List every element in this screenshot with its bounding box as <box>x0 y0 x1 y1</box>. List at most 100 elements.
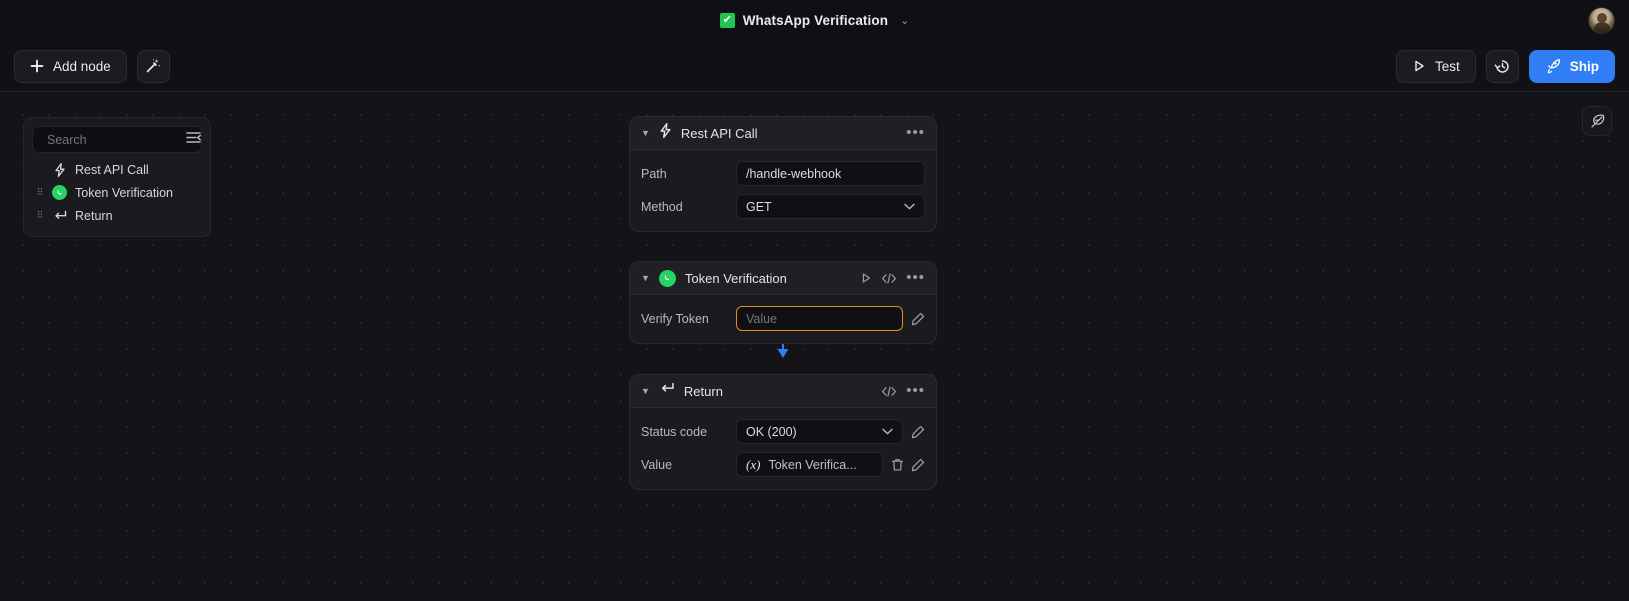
whatsapp-icon <box>659 270 676 287</box>
outline-item-label: Return <box>75 209 113 223</box>
edit-button[interactable] <box>911 312 925 326</box>
workflow-title-group[interactable]: ✔ WhatsApp Verification ⌄ <box>720 13 910 28</box>
field-actions <box>911 425 925 439</box>
search-input[interactable] <box>47 133 208 147</box>
value-variable-chip[interactable]: (x) Token Verifica... <box>736 452 883 477</box>
node-body: Status code OK (200) <box>630 408 936 489</box>
add-node-button[interactable]: Add node <box>14 50 127 83</box>
feather-icon <box>1589 113 1606 130</box>
ship-label: Ship <box>1570 59 1599 74</box>
outline-item-return[interactable]: ⠿ Return <box>32 204 202 227</box>
field-actions <box>911 312 925 326</box>
collapse-panel-button[interactable] <box>186 131 201 149</box>
code-icon <box>881 385 897 398</box>
chevron-down-icon[interactable]: ⌄ <box>900 14 909 27</box>
chevron-down-icon <box>882 428 893 435</box>
view-code-button[interactable] <box>881 272 897 285</box>
toolbar-right: Test Ship <box>1396 50 1615 83</box>
avatar[interactable] <box>1588 7 1615 34</box>
toolbar-left: Add node <box>14 50 170 83</box>
code-icon <box>881 272 897 285</box>
search-row[interactable] <box>32 126 202 153</box>
drag-handle-icon[interactable]: ⠿ <box>35 188 44 197</box>
chevron-down-icon[interactable]: ▼ <box>641 129 650 138</box>
chevron-down-icon[interactable]: ▼ <box>641 387 650 396</box>
return-arrow-icon <box>51 210 68 222</box>
outline-item-rest-api-call[interactable]: Rest API Call <box>32 158 202 181</box>
field-verify-token: Verify Token Value <box>641 306 925 331</box>
rocket-icon <box>1545 58 1561 74</box>
variable-name: Token Verifica... <box>768 458 856 472</box>
variable-chip: (x) Token Verifica... <box>746 457 857 473</box>
field-label: Verify Token <box>641 312 736 326</box>
edit-button[interactable] <box>911 458 925 472</box>
play-icon <box>1412 59 1426 73</box>
check-icon: ✔ <box>720 13 735 28</box>
feather-note-button[interactable] <box>1582 106 1612 136</box>
bolt-icon <box>51 163 68 177</box>
field-label: Path <box>641 167 736 181</box>
field-label: Status code <box>641 425 736 439</box>
magic-wand-button[interactable] <box>137 50 170 83</box>
toolbar: Add node Test <box>0 41 1629 92</box>
node-token-verification[interactable]: ▼ Token Verification <box>629 261 937 344</box>
variable-icon: (x) <box>746 457 760 473</box>
field-value: Value (x) Token Verifica... <box>641 452 925 477</box>
whatsapp-icon <box>51 185 68 200</box>
path-input[interactable]: /handle-webhook <box>736 161 925 186</box>
play-icon <box>860 272 872 284</box>
drag-handle-icon[interactable]: ⠿ <box>35 211 44 220</box>
outline-item-label: Token Verification <box>75 186 173 200</box>
pencil-icon <box>911 425 925 439</box>
page-title: WhatsApp Verification <box>743 13 888 28</box>
node-header: ▼ Rest API Call ••• <box>630 117 936 150</box>
node-menu-button[interactable]: ••• <box>906 387 925 395</box>
title-bar: ✔ WhatsApp Verification ⌄ <box>0 0 1629 41</box>
return-arrow-icon <box>659 382 675 400</box>
edit-button[interactable] <box>911 425 925 439</box>
delete-button[interactable] <box>891 458 904 472</box>
bolt-icon <box>659 123 672 143</box>
field-status-code: Status code OK (200) <box>641 419 925 444</box>
verify-token-placeholder: Value <box>746 312 777 326</box>
plus-icon <box>30 59 44 73</box>
field-method: Method GET <box>641 194 925 219</box>
pencil-icon <box>911 458 925 472</box>
outline-item-token-verification[interactable]: ⠿ Token Verification <box>32 181 202 204</box>
add-node-label: Add node <box>53 59 111 74</box>
field-actions <box>891 458 925 472</box>
method-select[interactable]: GET <box>736 194 925 219</box>
outline-item-label: Rest API Call <box>75 163 149 177</box>
status-code-value: OK (200) <box>746 425 797 439</box>
node-body: Path /handle-webhook Method GET <box>630 150 936 231</box>
pencil-icon <box>911 312 925 326</box>
trash-icon <box>891 458 904 472</box>
node-menu-button[interactable]: ••• <box>906 129 925 137</box>
test-button[interactable]: Test <box>1396 50 1476 83</box>
app-root: ✔ WhatsApp Verification ⌄ Add node <box>0 0 1629 601</box>
node-menu-button[interactable]: ••• <box>906 274 925 282</box>
field-label: Method <box>641 200 736 214</box>
chevron-down-icon <box>904 203 915 210</box>
collapse-panel-icon <box>186 131 201 144</box>
chevron-down-icon[interactable]: ▼ <box>641 274 650 283</box>
node-return[interactable]: ▼ Return ••• <box>629 374 937 490</box>
magic-wand-icon <box>145 58 161 74</box>
node-body: Verify Token Value <box>630 295 936 343</box>
outline-panel: Rest API Call ⠿ Token Verification ⠿ <box>23 117 211 237</box>
node-rest-api-call[interactable]: ▼ Rest API Call ••• Path /handle-webhook <box>629 116 937 232</box>
node-header: ▼ Token Verification <box>630 262 936 295</box>
ship-button[interactable]: Ship <box>1529 50 1615 83</box>
history-button[interactable] <box>1486 50 1519 83</box>
test-label: Test <box>1435 59 1460 74</box>
node-title: Rest API Call <box>681 126 897 141</box>
node-title: Return <box>684 384 872 399</box>
run-node-button[interactable] <box>860 272 872 284</box>
method-value: GET <box>746 200 772 214</box>
verify-token-input[interactable]: Value <box>736 306 903 331</box>
node-header: ▼ Return ••• <box>630 375 936 408</box>
workflow-canvas[interactable]: Rest API Call ⠿ Token Verification ⠿ <box>0 92 1629 601</box>
path-value: /handle-webhook <box>746 167 841 181</box>
view-code-button[interactable] <box>881 385 897 398</box>
status-code-select[interactable]: OK (200) <box>736 419 903 444</box>
